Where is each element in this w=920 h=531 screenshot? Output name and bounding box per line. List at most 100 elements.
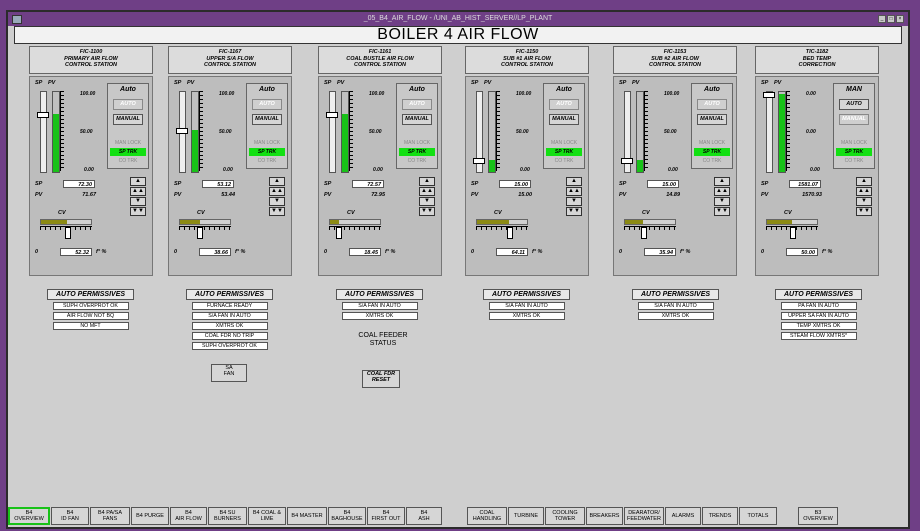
cv-slider-thumb[interactable] xyxy=(336,227,343,239)
sp-fast-down-button[interactable]: ▼▼ xyxy=(856,207,872,216)
sp-slider[interactable] xyxy=(763,91,775,173)
minimize-icon[interactable]: _ xyxy=(878,15,886,23)
sp-fast-up-button[interactable]: ▲▲ xyxy=(130,187,146,196)
cv-slider-thumb[interactable] xyxy=(640,227,647,239)
sp-value-input[interactable]: 53.12 xyxy=(202,180,234,188)
sp-down-button[interactable]: ▼ xyxy=(566,197,582,206)
cv-slider-thumb[interactable] xyxy=(65,227,72,239)
sp-value-input[interactable]: 1581.07 xyxy=(789,180,821,188)
cv-units: f° % xyxy=(680,249,691,255)
sp-slider[interactable] xyxy=(37,91,49,173)
sp-value-input[interactable]: 72.30 xyxy=(63,180,95,188)
manual-button[interactable]: MANUAL xyxy=(402,114,432,125)
auto-button[interactable]: AUTO xyxy=(549,99,579,110)
sp-down-button[interactable]: ▼ xyxy=(714,197,730,206)
cv-slider[interactable] xyxy=(624,219,676,241)
nav-button[interactable]: B4 OVERVIEW xyxy=(8,507,50,525)
nav-button[interactable]: B4 PA/SA FANS xyxy=(90,507,130,525)
sp-fast-down-button[interactable]: ▼▼ xyxy=(269,207,285,216)
sp-slider[interactable] xyxy=(326,91,338,173)
manual-button[interactable]: MANUAL xyxy=(252,114,282,125)
nav-button[interactable]: B4 COAL & LIME xyxy=(248,507,286,525)
auto-button[interactable]: AUTO xyxy=(113,99,143,110)
sp-fast-down-button[interactable]: ▼▼ xyxy=(130,207,146,216)
nav-button[interactable]: B3 OVERVIEW xyxy=(798,507,838,525)
cv-slider-thumb[interactable] xyxy=(790,227,796,239)
sp-value-input[interactable]: 72.57 xyxy=(352,180,384,188)
sp-down-button[interactable]: ▼ xyxy=(269,197,285,206)
nav-button[interactable]: ALARMS xyxy=(665,507,701,525)
sp-slider-thumb[interactable] xyxy=(326,111,338,118)
sp-down-button[interactable]: ▼ xyxy=(130,197,146,206)
nav-button[interactable]: TOTALS xyxy=(739,507,777,525)
nav-button[interactable]: DEARATOR/FEEDWATER xyxy=(624,507,664,525)
cv-value-input[interactable]: 35.94 xyxy=(644,248,676,256)
sp-fast-down-button[interactable]: ▼▼ xyxy=(566,207,582,216)
sp-slider-thumb[interactable] xyxy=(176,127,188,134)
cv-slider[interactable] xyxy=(40,219,92,241)
cv-slider[interactable] xyxy=(179,219,231,241)
sp-up-button[interactable]: ▲ xyxy=(269,177,285,186)
nav-button[interactable]: B4 ASH xyxy=(406,507,442,525)
auto-button[interactable]: AUTO xyxy=(839,99,869,110)
sp-fast-up-button[interactable]: ▲▲ xyxy=(856,187,872,196)
sp-slider[interactable] xyxy=(621,91,633,173)
sp-slider-thumb[interactable] xyxy=(763,91,775,98)
sp-slider-thumb[interactable] xyxy=(473,158,485,164)
sp-up-button[interactable]: ▲ xyxy=(566,177,582,186)
sp-slider-thumb[interactable] xyxy=(621,158,633,164)
auto-button[interactable]: AUTO xyxy=(252,99,282,110)
nav-button[interactable]: B4 FIRST OUT xyxy=(367,507,405,525)
nav-button[interactable]: BREAKERS xyxy=(586,507,623,525)
nav-button[interactable]: B4 PURGE xyxy=(131,507,169,525)
nav-button[interactable]: B4 MASTER xyxy=(287,507,327,525)
sp-slider[interactable] xyxy=(176,91,188,173)
sp-fast-up-button[interactable]: ▲▲ xyxy=(714,187,730,196)
cv-value-input[interactable]: 18.45 xyxy=(349,248,381,256)
nav-button[interactable]: B4 AIR FLOW xyxy=(170,507,207,525)
co-trk-indicator: CO TRK xyxy=(257,158,277,164)
sp-fast-up-button[interactable]: ▲▲ xyxy=(566,187,582,196)
sp-slider[interactable] xyxy=(473,91,485,173)
sp-up-button[interactable]: ▲ xyxy=(130,177,146,186)
sp-up-button[interactable]: ▲ xyxy=(714,177,730,186)
sp-fast-up-button[interactable]: ▲▲ xyxy=(419,187,435,196)
cv-value-input[interactable]: 50.00 xyxy=(786,248,818,256)
sa-fan-button[interactable]: SA FAN xyxy=(211,364,247,382)
sp-fast-down-button[interactable]: ▼▼ xyxy=(714,207,730,216)
sp-fast-up-button[interactable]: ▲▲ xyxy=(269,187,285,196)
cv-slider[interactable] xyxy=(766,219,818,241)
manual-button[interactable]: MANUAL xyxy=(697,114,727,125)
cv-slider-thumb[interactable] xyxy=(507,227,514,239)
cv-slider-thumb[interactable] xyxy=(197,227,204,239)
sp-up-button[interactable]: ▲ xyxy=(419,177,435,186)
sp-fast-down-button[interactable]: ▼▼ xyxy=(419,207,435,216)
sp-down-button[interactable]: ▼ xyxy=(856,197,872,206)
maximize-icon[interactable]: □ xyxy=(887,15,895,23)
sp-slider-thumb[interactable] xyxy=(37,112,49,119)
sp-up-button[interactable]: ▲ xyxy=(856,177,872,186)
nav-button[interactable]: TRENDS xyxy=(702,507,738,525)
cv-slider[interactable] xyxy=(476,219,528,241)
sp-value-input[interactable]: 15.00 xyxy=(499,180,531,188)
close-icon[interactable]: × xyxy=(896,15,904,23)
manual-button[interactable]: MANUAL xyxy=(113,114,143,125)
nav-button[interactable]: B4 ID FAN xyxy=(51,507,89,525)
cv-slider[interactable] xyxy=(329,219,381,241)
nav-button[interactable]: B4 BAGHOUSE xyxy=(328,507,366,525)
cv-value-input[interactable]: 38.66 xyxy=(199,248,231,256)
nav-button[interactable]: B4 SU BURNERS xyxy=(208,507,247,525)
nav-button[interactable]: COAL HANDLING xyxy=(467,507,507,525)
nav-button[interactable]: TURBINE xyxy=(508,507,544,525)
sp-down-button[interactable]: ▼ xyxy=(419,197,435,206)
cv-value-input[interactable]: 52.32 xyxy=(60,248,92,256)
manual-button[interactable]: MANUAL xyxy=(839,114,869,125)
nav-button[interactable]: COOLING TOWER xyxy=(545,507,585,525)
window-system-icon[interactable] xyxy=(12,15,22,24)
cv-value-input[interactable]: 64.11 xyxy=(496,248,528,256)
coal-fdr-reset-button[interactable]: COAL FDR RESET xyxy=(362,370,400,388)
auto-button[interactable]: AUTO xyxy=(697,99,727,110)
auto-button[interactable]: AUTO xyxy=(402,99,432,110)
manual-button[interactable]: MANUAL xyxy=(549,114,579,125)
sp-value-input[interactable]: 15.00 xyxy=(647,180,679,188)
